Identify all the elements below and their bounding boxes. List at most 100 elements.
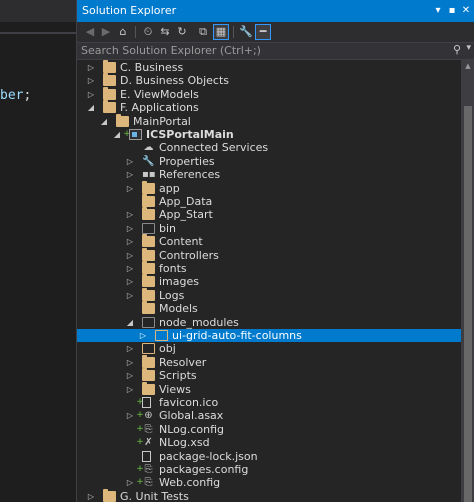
wrench-icon: 🔧 — [142, 155, 155, 167]
tree-item[interactable]: + ✗ NLog.xsd — [77, 436, 461, 449]
expanded-arrow-icon[interactable]: ◢ — [125, 316, 135, 329]
panel-title-bar[interactable]: Solution Explorer ▾ ▪ ✕ — [77, 0, 474, 22]
show-all-files-icon[interactable]: ▦ — [213, 24, 229, 40]
code-editor[interactable]: ber; — [0, 0, 76, 502]
tree-item[interactable]: ◢ + ICSPortalMain — [77, 128, 461, 141]
folder-outline-icon — [155, 330, 168, 341]
refresh-icon[interactable]: ↻ — [174, 24, 190, 40]
collapsed-arrow-icon[interactable]: ▷ — [125, 182, 135, 195]
search-input[interactable]: Search Solution Explorer (Ctrl+;) — [81, 44, 261, 57]
collapse-all-icon[interactable]: ⧉ — [195, 24, 211, 40]
tree-item[interactable]: ▷ App_Start — [77, 207, 461, 222]
tree-item[interactable]: ▷ Resolver — [77, 354, 461, 369]
tree-item-label: App_Start — [159, 208, 213, 222]
collapsed-arrow-icon[interactable]: ▷ — [86, 490, 96, 502]
collapsed-arrow-icon[interactable]: ▷ — [125, 342, 135, 355]
forward-icon[interactable]: ▶ — [98, 24, 114, 40]
history-icon[interactable]: ⏲ — [140, 24, 156, 40]
collapsed-arrow-icon[interactable]: ▷ — [125, 168, 135, 181]
tree-item[interactable]: App_Data — [77, 194, 461, 208]
tree-item[interactable]: ▷ app — [77, 180, 461, 195]
tree-item-label: package-lock.json — [159, 449, 258, 463]
expanded-arrow-icon[interactable]: ◢ — [112, 128, 122, 141]
search-icon[interactable]: ⚲ — [453, 43, 461, 56]
auto-hide-pin-icon[interactable]: ▪ — [445, 3, 459, 18]
collapsed-arrow-icon[interactable]: ▷ — [125, 289, 135, 302]
collapsed-arrow-icon[interactable]: ▷ — [86, 61, 96, 74]
window-position-icon[interactable]: ▾ — [431, 3, 445, 18]
folder-icon — [103, 60, 116, 73]
tree-item[interactable]: ▷ E. ViewModels — [77, 86, 461, 101]
collapsed-arrow-icon[interactable]: ▷ — [86, 88, 96, 101]
folder-icon — [103, 86, 116, 100]
tree-item[interactable]: package-lock.json — [77, 450, 461, 463]
close-icon[interactable]: ✕ — [459, 3, 473, 18]
tree-item[interactable]: ▷ images — [77, 274, 461, 288]
collapsed-arrow-icon[interactable]: ▷ — [125, 235, 135, 248]
tree-item-label: Connected Services — [159, 141, 269, 155]
editor-tab-strip — [0, 0, 76, 22]
properties-icon[interactable]: 🔧 — [238, 24, 254, 40]
tree-item[interactable]: ▷ Views — [77, 381, 461, 396]
expanded-arrow-icon[interactable]: ◢ — [86, 101, 96, 114]
search-solution-explorer[interactable]: Search Solution Explorer (Ctrl+;) ⚲ ▾ — [77, 42, 474, 60]
folder-outline-icon — [142, 343, 155, 355]
file-icon — [142, 397, 151, 408]
toolbar-separator — [135, 26, 136, 38]
collapsed-arrow-icon[interactable]: ▷ — [125, 262, 135, 275]
sync-icon[interactable]: ⇆ — [157, 24, 173, 40]
expanded-arrow-icon[interactable]: ◢ — [99, 115, 109, 128]
tree-item[interactable]: ▷ + ⎘ Web.config — [77, 476, 461, 489]
collapsed-arrow-icon[interactable]: ▷ — [125, 369, 135, 382]
collapsed-arrow-icon[interactable]: ▷ — [125, 356, 135, 369]
collapsed-arrow-icon[interactable]: ▷ — [125, 383, 135, 396]
preview-icon[interactable]: ━ — [255, 24, 271, 40]
config-icon: ⎘ — [144, 464, 153, 475]
vertical-scrollbar[interactable]: ▲ — [461, 60, 474, 502]
home-icon[interactable]: ⌂ — [115, 24, 131, 40]
collapsed-arrow-icon[interactable]: ▷ — [138, 329, 148, 342]
tree-item[interactable]: ◢ F. Applications — [77, 100, 461, 114]
tree-item-label: D. Business Objects — [120, 74, 230, 88]
tree-item-label: G. Unit Tests — [120, 489, 189, 502]
tree-item[interactable]: ▷ Controllers — [77, 247, 461, 262]
tree-item[interactable]: ▷ bin — [77, 222, 461, 235]
solution-tree[interactable]: ▷ C. Business ▷ D. Business Objects ▷ E. View… — [77, 60, 461, 502]
code-line: ber; — [0, 88, 31, 103]
tree-item[interactable]: ▷ G. Unit Tests — [77, 488, 461, 502]
collapsed-arrow-icon[interactable]: ▷ — [125, 222, 135, 235]
tree-item[interactable]: Models — [77, 301, 461, 315]
tree-item[interactable]: + favicon.ico — [77, 396, 461, 409]
tree-item[interactable]: ▷ Logs — [77, 287, 461, 302]
tree-item[interactable]: ▷ + ⊕ Global.asax — [77, 409, 461, 422]
tree-item[interactable]: ▷ Scripts — [77, 368, 461, 382]
collapsed-arrow-icon[interactable]: ▷ — [125, 208, 135, 221]
chevron-down-icon[interactable]: ▾ — [466, 43, 471, 53]
folder-icon — [142, 194, 155, 207]
tree-item[interactable]: ▷ ui-grid-auto-fit-columns — [77, 329, 461, 343]
collapsed-arrow-icon[interactable]: ▷ — [86, 74, 96, 87]
back-icon[interactable]: ◀ — [82, 24, 98, 40]
tree-item[interactable]: ▷ C. Business — [77, 60, 461, 74]
tree-item[interactable]: ▷ fonts — [77, 261, 461, 275]
collapsed-arrow-icon[interactable]: ▷ — [125, 409, 135, 422]
tree-item[interactable]: ◢ MainPortal — [77, 113, 461, 128]
tree-item[interactable]: ▷ Content — [77, 234, 461, 248]
collapsed-arrow-icon[interactable]: ▷ — [125, 155, 135, 168]
collapsed-arrow-icon[interactable]: ▷ — [125, 275, 135, 288]
tree-item[interactable]: ▷ D. Business Objects — [77, 73, 461, 88]
tree-item[interactable]: + ⎘ NLog.config — [77, 423, 461, 436]
collapsed-arrow-icon[interactable]: ▷ — [125, 249, 135, 262]
tree-item[interactable]: ▷ ▪▪ References — [77, 168, 461, 181]
tree-item[interactable]: ☁ Connected Services — [77, 141, 461, 154]
folder-icon — [142, 381, 155, 395]
collapsed-arrow-icon[interactable]: ▷ — [125, 476, 135, 489]
tree-item[interactable]: ▷ 🔧 Properties — [77, 155, 461, 168]
tree-item-label: obj — [159, 342, 176, 356]
tree-item[interactable]: + ⎘ packages.config — [77, 463, 461, 476]
config-icon: ⎘ — [144, 423, 153, 435]
scrollbar-thumb[interactable] — [464, 106, 472, 502]
scroll-up-icon[interactable]: ▲ — [461, 60, 474, 72]
tree-item[interactable]: ◢ node_modules — [77, 316, 461, 329]
tree-item[interactable]: ▷ obj — [77, 342, 461, 355]
